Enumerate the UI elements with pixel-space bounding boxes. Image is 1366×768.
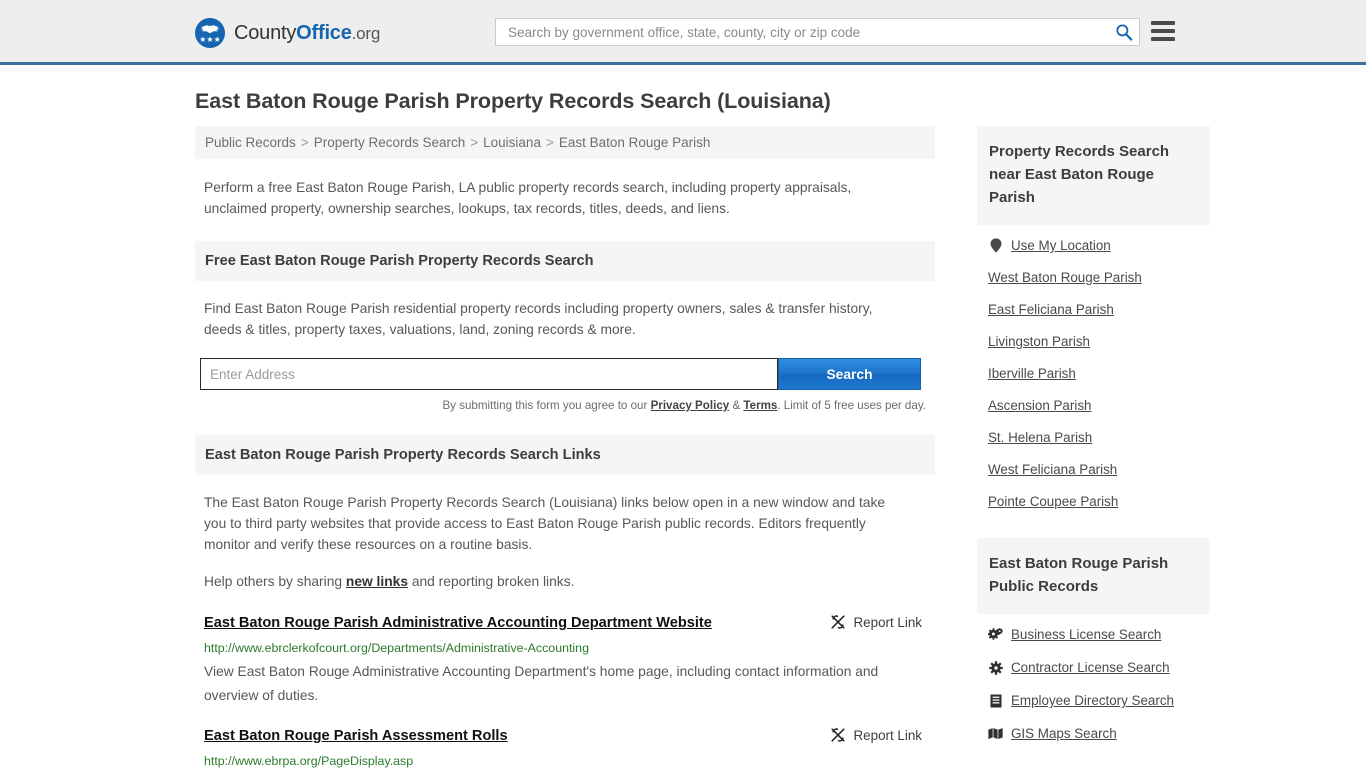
hamburger-bar [1151,37,1175,41]
sidebar-link[interactable]: West Feliciana Parish [988,462,1117,477]
form-disclaimer: By submitting this form you agree to our… [200,399,926,412]
sidebar-public-records-list: Business License Search Contractor Licen… [977,627,1210,741]
eagle-icon [200,25,220,34]
sidebar-public-records-block: East Baton Rouge Parish Public Records B… [977,538,1210,741]
map-pin-icon [988,238,1003,253]
breadcrumb-item-property-records-search[interactable]: Property Records Search [314,135,466,150]
sidebar-item-ascension-parish[interactable]: Ascension Parish [988,398,1210,413]
brand-part-county: County [234,21,297,44]
page-container: East Baton Rouge Parish Property Records… [0,89,1366,768]
result-description: View East Baton Rouge Administrative Acc… [204,664,879,703]
terms-link[interactable]: Terms [743,399,777,412]
breadcrumb-separator: > [545,135,554,150]
sidebar-item-east-feliciana-parish[interactable]: East Feliciana Parish [988,302,1210,317]
sidebar-link[interactable]: Iberville Parish [988,366,1076,381]
result-title-link[interactable]: East Baton Rouge Parish Assessment Rolls [204,727,508,746]
brand-part-office: Office [296,21,352,44]
report-link-button[interactable]: Report Link [830,727,922,743]
sidebar-item-st-helena-parish[interactable]: St. Helena Parish [988,430,1210,445]
result-item: East Baton Rouge Parish Administrative A… [204,614,935,708]
sidebar: Property Records Search near East Baton … [977,126,1210,759]
broken-link-icon[interactable] [830,727,846,743]
breadcrumb-separator: > [470,135,479,150]
map-icon [988,726,1003,741]
breadcrumb-item-louisiana[interactable]: Louisiana [483,135,541,150]
main-column: Public Records > Property Records Search > L… [195,126,935,768]
disclaimer-amp: & [729,399,744,412]
gear-icon [988,660,1003,675]
result-item: East Baton Rouge Parish Assessment Rolls… [204,727,935,768]
privacy-policy-link[interactable]: Privacy Policy [651,399,730,412]
free-search-body: Find East Baton Rouge Parish residential… [204,301,873,337]
book-icon [988,693,1003,708]
sidebar-item-employee-directory-search[interactable]: Employee Directory Search [988,693,1210,708]
sidebar-item-pointe-coupee-parish[interactable]: Pointe Coupee Parish [988,494,1210,509]
breadcrumb: Public Records > Property Records Search > L… [195,126,935,159]
page-intro-text: Perform a free East Baton Rouge Parish, … [204,180,852,216]
sidebar-item-iberville-parish[interactable]: Iberville Parish [988,366,1210,381]
gears-icon [988,627,1003,642]
report-link-label: Report Link [853,614,922,630]
help-suffix: and reporting broken links. [408,574,575,589]
help-prefix: Help others by sharing [204,574,346,589]
sidebar-item-business-license-search[interactable]: Business License Search [988,627,1210,642]
stars-icon: ★★★ [199,35,221,44]
links-section-heading: East Baton Rouge Parish Property Records… [195,435,935,475]
report-link-button[interactable]: Report Link [830,614,922,630]
search-icon[interactable] [1115,23,1133,41]
disclaimer-suffix: . Limit of 5 free uses per day. [777,399,926,412]
sidebar-link[interactable]: Business License Search [1011,627,1161,642]
hamburger-menu-icon[interactable] [1151,21,1175,41]
sidebar-item-gis-maps-search[interactable]: GIS Maps Search [988,726,1210,741]
sidebar-nearby-heading: Property Records Search near East Baton … [977,126,1210,225]
sidebar-link[interactable]: West Baton Rouge Parish [988,270,1142,285]
breadcrumb-item-current: East Baton Rouge Parish [558,135,711,150]
search-button[interactable]: Search [778,358,921,390]
disclaimer-prefix: By submitting this form you agree to our [442,399,651,412]
site-logo[interactable]: ★★★ CountyOffice.org [195,18,380,48]
broken-link-icon[interactable] [830,614,846,630]
breadcrumb-separator: > [300,135,309,150]
hamburger-bar [1151,21,1175,25]
sidebar-item-west-feliciana-parish[interactable]: West Feliciana Parish [988,462,1210,477]
result-url: http://www.ebrpa.org/PageDisplay.asp [204,754,414,768]
sidebar-link[interactable]: Livingston Parish [988,334,1090,349]
sidebar-nearby-list: Use My Location West Baton Rouge Parish … [977,238,1210,509]
links-section-help: Help others by sharing new links and rep… [204,571,894,592]
sidebar-link[interactable]: Ascension Parish [988,398,1091,413]
free-search-heading: Free East Baton Rouge Parish Property Re… [195,241,935,281]
content-columns: Public Records > Property Records Search > L… [195,126,1210,768]
sidebar-link[interactable]: Employee Directory Search [1011,693,1174,708]
sidebar-item-west-baton-rouge-parish[interactable]: West Baton Rouge Parish [988,270,1210,285]
links-section-body: The East Baton Rouge Parish Property Rec… [204,495,886,552]
sidebar-public-records-heading: East Baton Rouge Parish Public Records [977,538,1210,614]
sidebar-link[interactable]: GIS Maps Search [1011,726,1117,741]
result-header: East Baton Rouge Parish Administrative A… [204,614,935,633]
eagle-seal-logo-icon: ★★★ [195,18,225,48]
sidebar-link[interactable]: East Feliciana Parish [988,302,1114,317]
result-title-link[interactable]: East Baton Rouge Parish Administrative A… [204,614,712,633]
sidebar-item-livingston-parish[interactable]: Livingston Parish [988,334,1210,349]
hamburger-bar [1151,29,1175,33]
page-title: East Baton Rouge Parish Property Records… [195,89,831,113]
sidebar-item-use-my-location[interactable]: Use My Location [988,238,1210,253]
sidebar-link[interactable]: Pointe Coupee Parish [988,494,1118,509]
results-list: East Baton Rouge Parish Administrative A… [195,614,935,768]
address-search-form: Search [200,358,921,390]
address-input[interactable] [200,358,778,390]
header-search-input[interactable] [506,23,1115,41]
brand-wordmark: CountyOffice.org [234,22,380,45]
result-url: http://www.ebrclerkofcourt.org/Departmen… [204,641,589,655]
brand-part-org: .org [351,23,381,43]
result-header: East Baton Rouge Parish Assessment Rolls… [204,727,935,746]
site-header: ★★★ CountyOffice.org [0,0,1366,65]
sidebar-link[interactable]: Use My Location [1011,238,1111,253]
breadcrumb-item-public-records[interactable]: Public Records [205,135,296,150]
sidebar-link[interactable]: Contractor License Search [1011,660,1170,675]
sidebar-item-contractor-license-search[interactable]: Contractor License Search [988,660,1210,675]
new-links-link[interactable]: new links [346,574,408,589]
report-link-label: Report Link [853,727,922,743]
header-search-box[interactable] [495,18,1140,46]
sidebar-link[interactable]: St. Helena Parish [988,430,1092,445]
